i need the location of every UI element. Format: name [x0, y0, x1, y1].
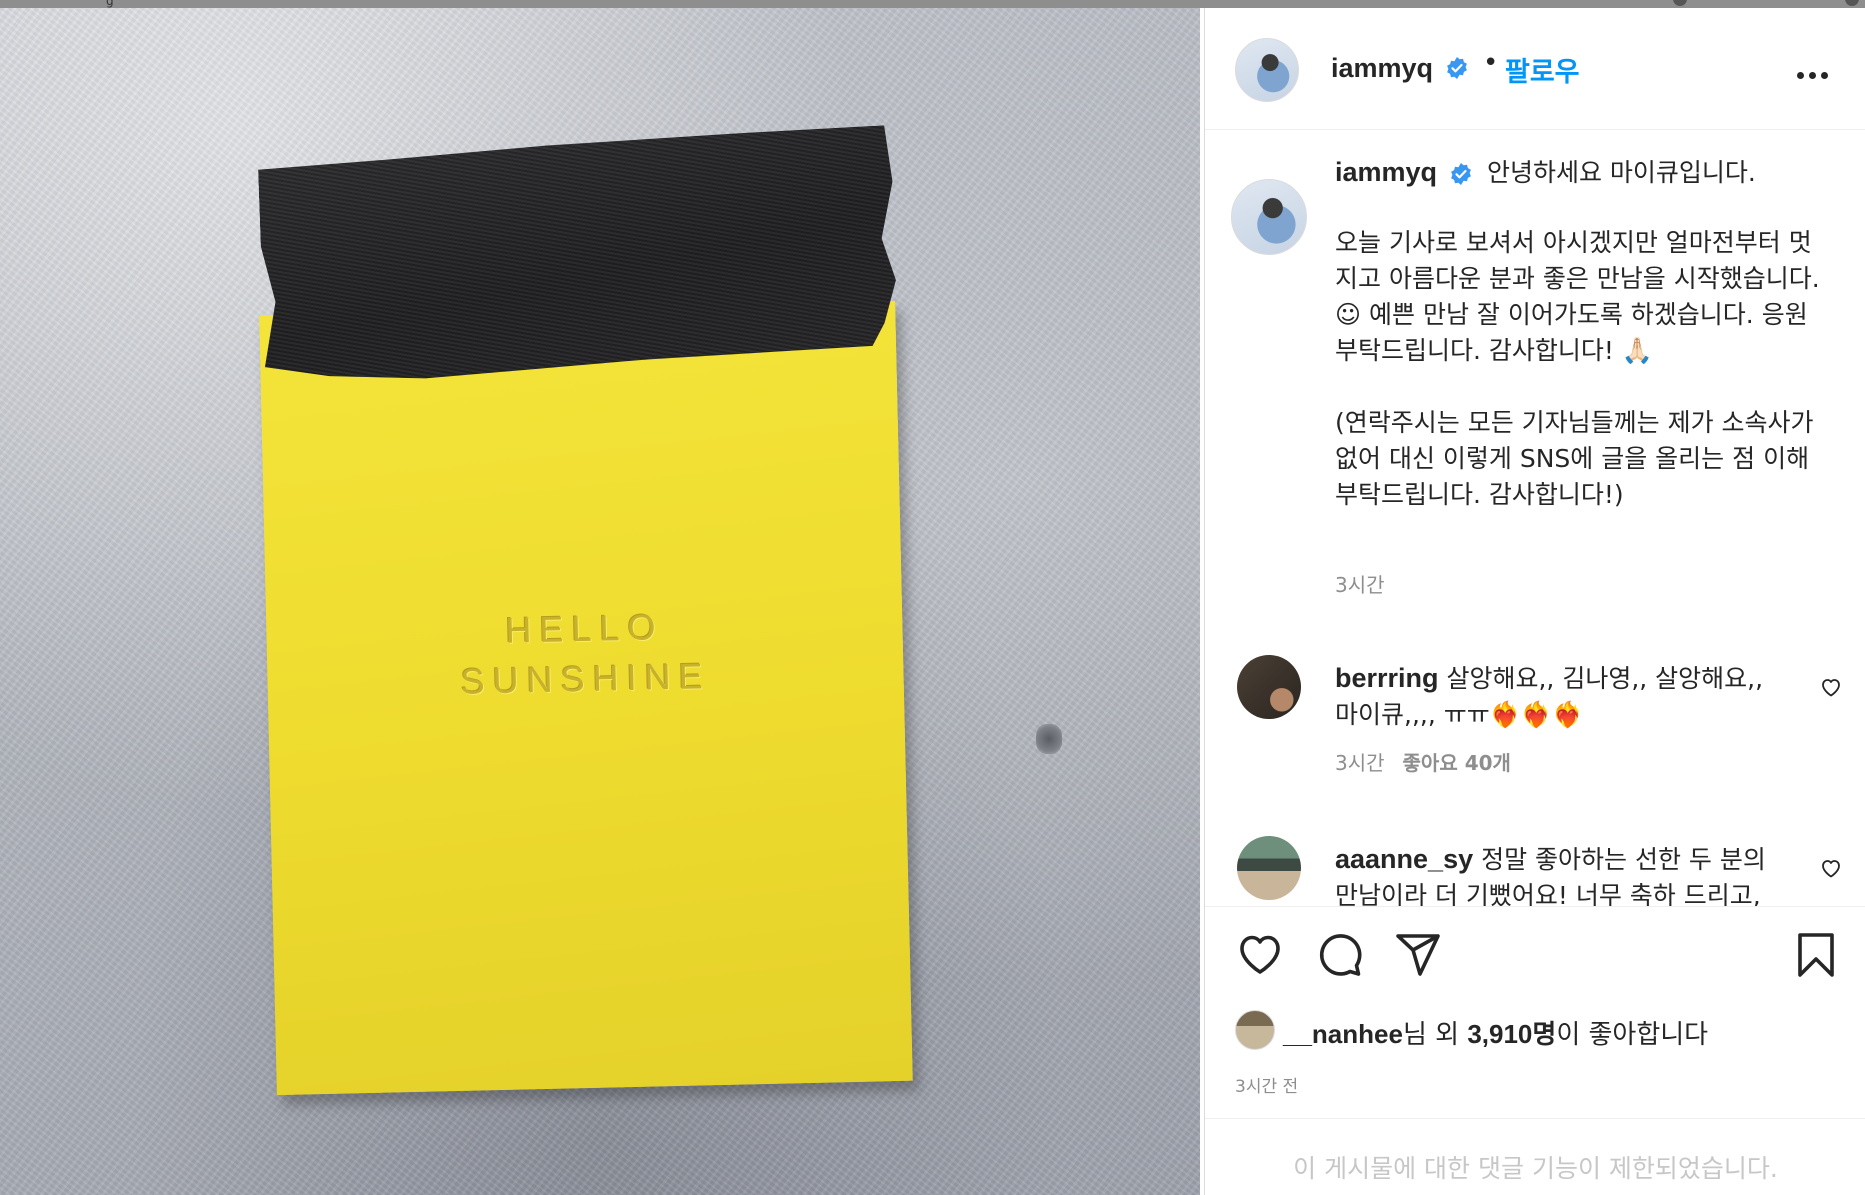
- cropped-icon: [1845, 0, 1859, 6]
- heart-icon[interactable]: [1235, 930, 1285, 980]
- commenter-avatar[interactable]: [1237, 655, 1301, 719]
- author-username[interactable]: iammyq: [1331, 53, 1433, 84]
- liker-avatar[interactable]: [1235, 1010, 1275, 1050]
- comment-heart-icon[interactable]: [1819, 675, 1843, 699]
- share-icon[interactable]: [1393, 930, 1443, 980]
- caption-text: 안녕하세요 마이큐입니다.: [1486, 158, 1756, 187]
- bookmark-icon[interactable]: [1791, 930, 1841, 980]
- comment-text: 정말 좋아하는 선한 두 분의: [1481, 845, 1766, 874]
- likes-suffix: 님 외: [1402, 1020, 1468, 1050]
- liker-username[interactable]: __nanhee: [1283, 1019, 1403, 1049]
- note-text-hello: HELLO: [504, 606, 664, 651]
- comment-time[interactable]: 3시간: [1335, 751, 1385, 775]
- caption-author-username[interactable]: iammyq: [1335, 157, 1437, 187]
- follow-button[interactable]: 팔로우: [1505, 50, 1580, 89]
- more-options-icon[interactable]: [1797, 64, 1833, 79]
- caption-text: 지고 아름다운 분과 좋은 만남을 시작했습니다.: [1335, 264, 1820, 293]
- caption-text: ☺ 예쁜 만남 잘 이어가도록 하겠습니다. 응원: [1335, 300, 1808, 329]
- cropped-glyph: g: [106, 0, 114, 8]
- likes-summary: __nanhee님 외 3,910명이 좋아합니다: [1235, 1010, 1855, 1050]
- comment-text: 마이큐,,,, ㅠㅠ❤️‍🔥❤️‍🔥❤️‍🔥: [1335, 700, 1584, 729]
- caption-text: 오늘 기사로 보셔서 아시겠지만 얼마전부터 멋: [1335, 228, 1812, 257]
- verified-badge-icon: [1447, 57, 1467, 79]
- top-strip: g: [0, 0, 1865, 8]
- header-separator: •: [1483, 48, 1499, 78]
- comments-scroll-area[interactable]: iammyq 안녕하세요 마이큐입니다. 오늘 기사로 보셔서 아시겠지만 얼마…: [1205, 131, 1865, 907]
- comment-icon[interactable]: [1315, 930, 1365, 980]
- cropped-icon: [1673, 0, 1687, 6]
- post-header: iammyq • 팔로우: [1205, 8, 1865, 130]
- post-time-ago[interactable]: 3시간 전: [1235, 1072, 1298, 1097]
- yellow-note: HELLO SUNSHINE: [259, 300, 913, 1096]
- likes-text: __nanhee님 외 3,910명이 좋아합니다: [1283, 1014, 1708, 1051]
- commenter-username[interactable]: aaanne_sy: [1335, 844, 1473, 874]
- caption-text: 부탁드립니다. 감사합니다!): [1335, 480, 1624, 509]
- caption-text: (연락주시는 모든 기자님들께는 제가 소속사가: [1335, 408, 1814, 437]
- post-actions-bar: [1205, 908, 1865, 998]
- caption-text: 없어 대신 이렇게 SNS에 글을 올리는 점 이해: [1335, 444, 1810, 473]
- comments-restricted-footer: 이 게시물에 대한 댓글 기능이 제한되었습니다.: [1205, 1118, 1865, 1195]
- verified-badge-icon: [1451, 163, 1471, 185]
- author-avatar[interactable]: [1235, 38, 1299, 102]
- likes-tail: 이 좋아합니다: [1556, 1020, 1709, 1050]
- caption-time[interactable]: 3시간: [1335, 569, 1385, 598]
- comment-text: 만남이라 더 기뻤어요! 너무 축하 드리고,: [1335, 881, 1761, 907]
- commenter-username[interactable]: berrring: [1335, 663, 1439, 693]
- comments-restricted-text: 이 게시물에 대한 댓글 기능이 제한되었습니다.: [1293, 1154, 1778, 1183]
- comment-heart-icon[interactable]: [1819, 856, 1843, 880]
- wall-speck: [1036, 724, 1062, 754]
- note-text-sunshine: SUNSHINE: [460, 655, 712, 702]
- post-side-panel: iammyq • 팔로우 iammyq 안녕하세요 마이큐입니다. 오늘 기사로…: [1204, 8, 1865, 1195]
- comment-first-line: aaanne_sy 정말 좋아하는 선한 두 분의: [1335, 840, 1766, 876]
- caption-first-line: iammyq 안녕하세요 마이큐입니다.: [1335, 153, 1756, 189]
- comment-first-line: berrring 살앙해요,, 김나영,, 살앙해요,,: [1335, 659, 1763, 695]
- caption-text: 부탁드립니다. 감사합니다! 🙏🏻: [1335, 336, 1653, 365]
- comment-text: 살앙해요,, 김나영,, 살앙해요,,: [1446, 664, 1764, 693]
- post-photo[interactable]: HELLO SUNSHINE: [0, 8, 1200, 1195]
- likes-count[interactable]: 3,910명: [1467, 1019, 1556, 1049]
- caption-author-avatar[interactable]: [1231, 179, 1307, 255]
- comment-meta: 3시간 좋아요 40개: [1335, 747, 1511, 776]
- comment-likes[interactable]: 좋아요 40개: [1403, 751, 1511, 775]
- commenter-avatar[interactable]: [1237, 836, 1301, 900]
